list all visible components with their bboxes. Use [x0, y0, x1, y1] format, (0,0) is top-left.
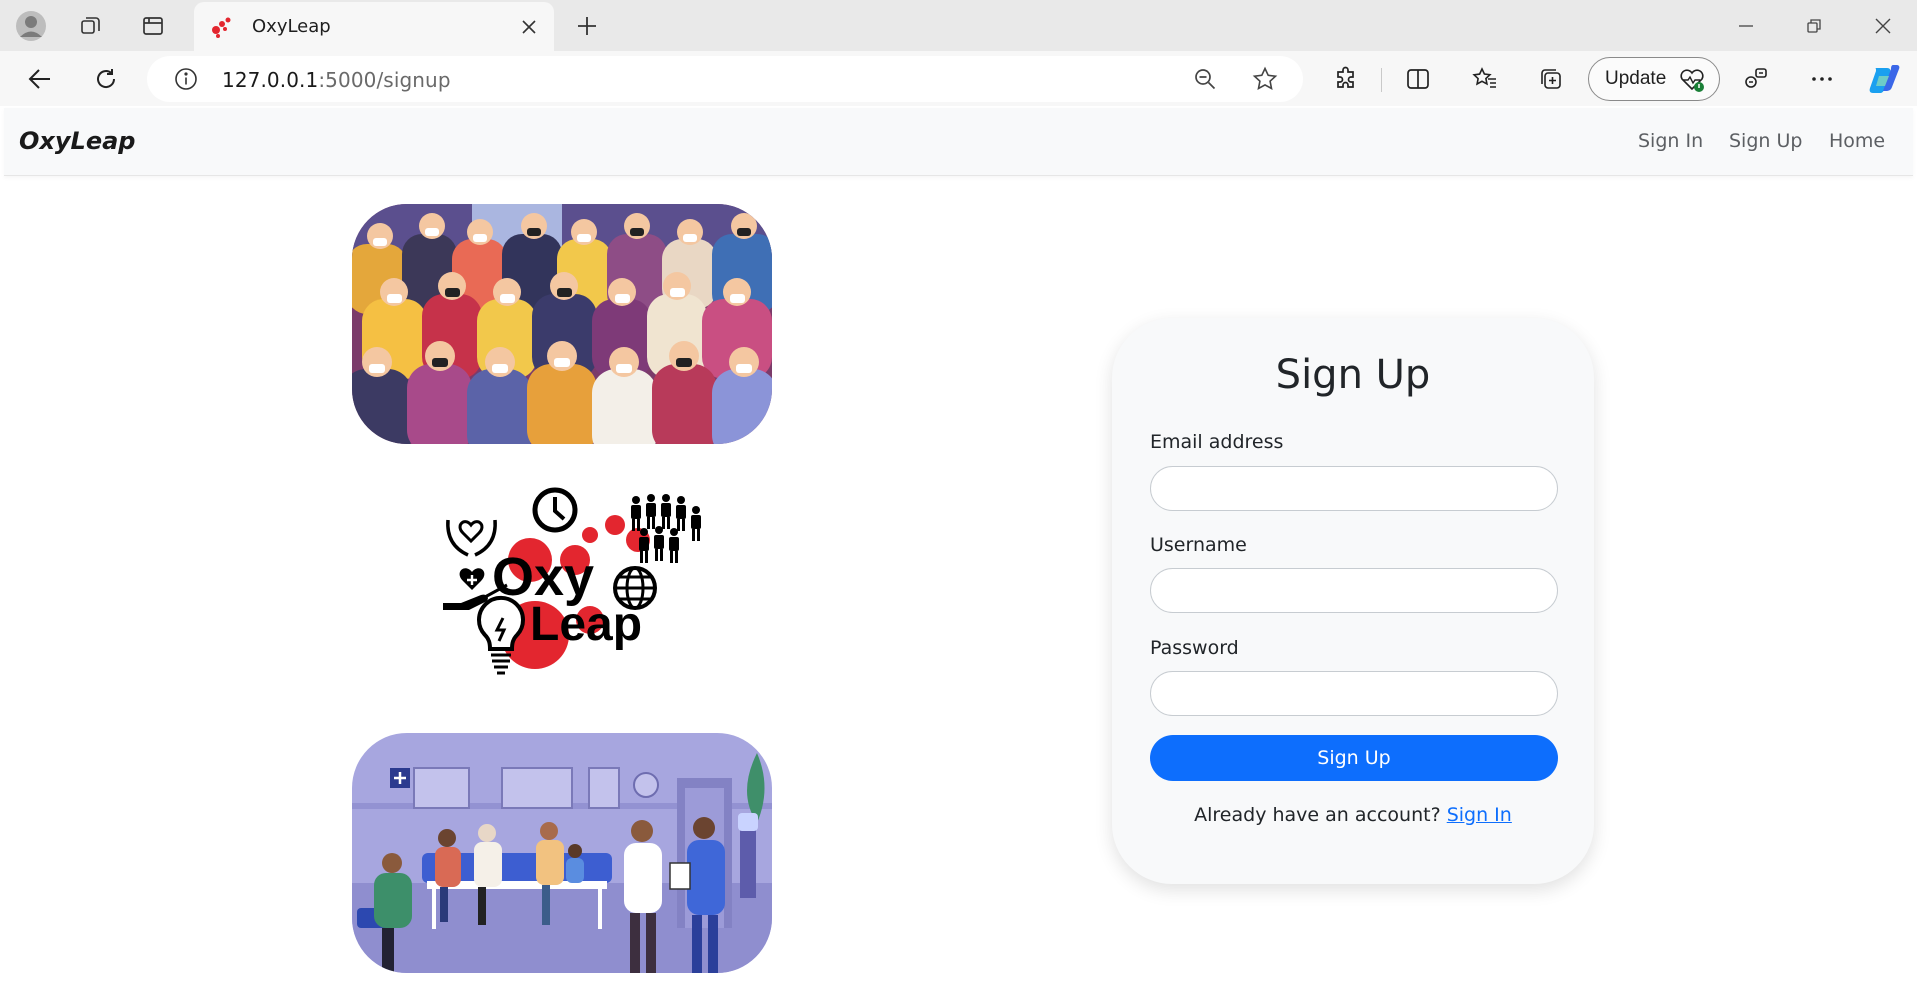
signin-prompt: Already have an account? Sign In: [1112, 804, 1594, 826]
favorites-icon[interactable]: [1464, 58, 1506, 100]
nav-home[interactable]: Home: [1829, 130, 1885, 152]
address-bar[interactable]: 127.0.0.1:5000/signup: [147, 56, 1303, 102]
toolbar-divider: [1381, 68, 1382, 92]
favicon: [210, 15, 234, 39]
form-title: Sign Up: [1275, 352, 1431, 398]
logo-text-leap: Leap: [530, 598, 642, 651]
extensions-icon[interactable]: [1325, 58, 1367, 100]
star-icon[interactable]: [1248, 62, 1282, 96]
brand-link[interactable]: OxyLeap: [19, 127, 135, 155]
nav-sign-up[interactable]: Sign Up: [1729, 130, 1802, 152]
profile-icon[interactable]: [12, 7, 50, 45]
info-icon[interactable]: [169, 62, 203, 96]
signup-card: Sign Up Email address Username Password …: [1112, 318, 1594, 884]
back-icon[interactable]: [19, 58, 61, 100]
site-navbar: OxyLeap Sign In Sign Up Home: [4, 108, 1913, 176]
oxyleap-logo: Oxy Leap: [440, 485, 710, 695]
workspaces-icon[interactable]: [72, 7, 110, 45]
update-label: Update: [1605, 68, 1667, 89]
health-icon: [1680, 69, 1704, 92]
window-close-icon[interactable]: [1858, 6, 1908, 46]
url-path: :5000/signup: [318, 68, 451, 92]
signin-prompt-text: Already have an account?: [1194, 804, 1441, 826]
password-input[interactable]: [1150, 671, 1558, 716]
username-label: Username: [1150, 534, 1247, 556]
update-button[interactable]: Update: [1588, 57, 1720, 101]
more-icon[interactable]: [1801, 58, 1843, 100]
nav-sign-in[interactable]: Sign In: [1638, 130, 1703, 152]
refresh-icon[interactable]: [85, 58, 127, 100]
browser-essentials-icon[interactable]: [1735, 58, 1777, 100]
tab-actions-icon[interactable]: [134, 7, 172, 45]
browser-toolbar: 127.0.0.1:5000/signup Update: [0, 51, 1917, 106]
plus-icon[interactable]: [568, 7, 606, 45]
browser-tab-bar: OxyLeap: [0, 0, 1917, 51]
close-icon[interactable]: [516, 14, 542, 40]
email-label: Email address: [1150, 431, 1284, 453]
tab-title: OxyLeap: [252, 16, 331, 37]
waiting-room-illustration: [352, 733, 772, 973]
url-host: 127.0.0.1: [222, 68, 319, 92]
split-screen-icon[interactable]: [1397, 58, 1439, 100]
password-label: Password: [1150, 637, 1239, 659]
email-input[interactable]: [1150, 466, 1558, 511]
zoom-out-icon[interactable]: [1188, 62, 1222, 96]
copilot-icon[interactable]: [1863, 58, 1905, 100]
collections-icon[interactable]: [1530, 58, 1572, 100]
crowd-masks-illustration: [352, 204, 772, 444]
active-tab[interactable]: OxyLeap: [194, 2, 554, 51]
minimize-icon[interactable]: [1721, 6, 1771, 46]
username-input[interactable]: [1150, 568, 1558, 613]
url-text[interactable]: 127.0.0.1:5000/signup: [222, 68, 451, 92]
sign-in-link[interactable]: Sign In: [1447, 804, 1512, 826]
restore-icon[interactable]: [1789, 6, 1839, 46]
sign-up-button[interactable]: Sign Up: [1150, 735, 1558, 781]
